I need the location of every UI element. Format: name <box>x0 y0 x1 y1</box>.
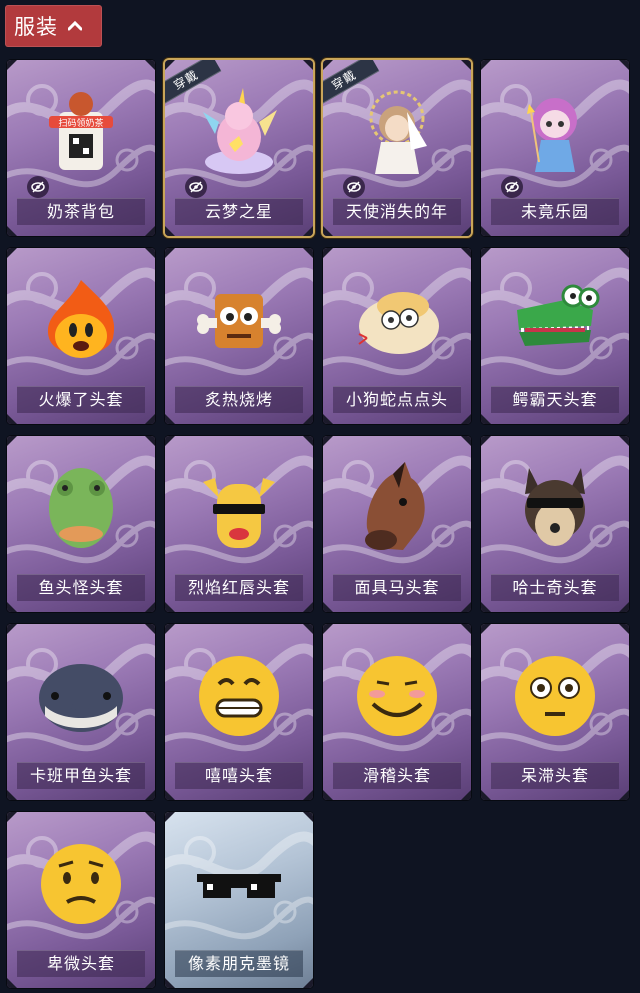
bbq-meat-head-icon <box>189 270 289 370</box>
costume-label: 滑稽头套 <box>333 762 461 789</box>
milk-tea-backpack-icon: 扫码领奶茶 <box>31 82 131 182</box>
costume-card[interactable]: 呆滞头套 <box>481 624 629 800</box>
svg-text:扫码领奶茶: 扫码领奶茶 <box>58 117 103 129</box>
hide-eye-icon[interactable] <box>185 176 207 198</box>
husky-head-icon <box>505 458 605 558</box>
costume-label: 炙热烧烤 <box>175 386 303 413</box>
armored-fish-head-icon <box>31 646 131 746</box>
crocodile-head-icon <box>505 270 605 370</box>
costume-category-toggle[interactable]: 服装 <box>5 5 102 47</box>
costume-label: 卡班甲鱼头套 <box>17 762 145 789</box>
costume-card[interactable]: 卡班甲鱼头套 <box>7 624 155 800</box>
humble-emoji-head-icon <box>31 834 131 934</box>
costume-card[interactable]: 卑微头套 <box>7 812 155 988</box>
costume-label: 嘻嘻头套 <box>175 762 303 789</box>
fire-head-icon <box>31 270 131 370</box>
costume-label: 奶茶背包 <box>17 198 145 225</box>
costume-label: 像素朋克墨镜 <box>175 950 303 977</box>
costume-card[interactable]: 嘻嘻头套 <box>165 624 313 800</box>
yellow-mask-head-icon <box>189 458 289 558</box>
costume-card[interactable]: 面具马头套 <box>323 436 471 612</box>
costume-card[interactable]: 烈焰红唇头套 <box>165 436 313 612</box>
costume-card[interactable]: 小狗蛇点点头 <box>323 248 471 424</box>
stare-emoji-head-icon <box>505 646 605 746</box>
hide-eye-icon[interactable] <box>27 176 49 198</box>
fish-head-icon <box>31 458 131 558</box>
costume-label: 未竟乐园 <box>491 198 619 225</box>
costume-label: 烈焰红唇头套 <box>175 574 303 601</box>
hide-eye-icon[interactable] <box>501 176 523 198</box>
costume-card[interactable]: 穿戴 云梦之星 <box>165 60 313 236</box>
smirk-emoji-head-icon <box>347 646 447 746</box>
costume-card[interactable]: 火爆了头套 <box>7 248 155 424</box>
category-title: 服装 <box>14 15 58 39</box>
costume-card[interactable]: 未竟乐园 <box>481 60 629 236</box>
costume-card[interactable]: 像素朋克墨镜 <box>165 812 313 988</box>
grin-emoji-head-icon <box>189 646 289 746</box>
costume-card[interactable]: 滑稽头套 <box>323 624 471 800</box>
costume-card[interactable]: 哈士奇头套 <box>481 436 629 612</box>
costume-label: 面具马头套 <box>333 574 461 601</box>
angel-doll-icon <box>347 82 447 182</box>
unicorn-cloud-icon <box>189 82 289 182</box>
snake-head-icon <box>347 270 447 370</box>
costume-label: 哈士奇头套 <box>491 574 619 601</box>
horse-head-icon <box>347 458 447 558</box>
costume-card[interactable]: 炙热烧烤 <box>165 248 313 424</box>
costume-label: 卑微头套 <box>17 950 145 977</box>
chevron-up-icon <box>68 21 82 31</box>
costume-label: 鱼头怪头套 <box>17 574 145 601</box>
pink-hair-doll-icon <box>505 82 605 182</box>
costume-card[interactable]: 鱼头怪头套 <box>7 436 155 612</box>
pixel-sunglasses-icon <box>189 834 289 934</box>
hide-eye-icon[interactable] <box>343 176 365 198</box>
costume-label: 小狗蛇点点头 <box>333 386 461 413</box>
costume-label: 鳄霸天头套 <box>491 386 619 413</box>
costume-card[interactable]: 穿戴 天使消失的年 <box>323 60 471 236</box>
costume-label: 云梦之星 <box>175 198 303 225</box>
costume-label: 呆滞头套 <box>491 762 619 789</box>
costume-label: 火爆了头套 <box>17 386 145 413</box>
costume-card[interactable]: 扫码领奶茶 奶茶背包 <box>7 60 155 236</box>
costume-card[interactable]: 鳄霸天头套 <box>481 248 629 424</box>
costume-label: 天使消失的年 <box>333 198 461 225</box>
